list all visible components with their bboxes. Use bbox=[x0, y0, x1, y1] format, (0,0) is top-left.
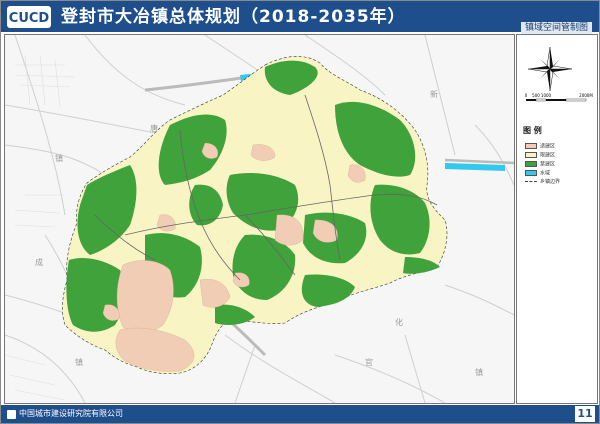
legend-title: 图 例 bbox=[523, 126, 542, 135]
map-label-town-3: 镇 bbox=[75, 357, 83, 367]
north-arrow-and-scale: 0 500 1000 2000M bbox=[525, 46, 593, 102]
map-label-place-3: 官 bbox=[365, 357, 373, 367]
boundary-line-swatch bbox=[525, 181, 537, 182]
legend-item-forbidden: 禁建区 bbox=[525, 161, 597, 169]
scale-label-3: 2000M bbox=[579, 93, 593, 98]
organization-name: 中国城市建设研究院有限公司 bbox=[19, 409, 123, 418]
legend-label: 禁建区 bbox=[540, 161, 556, 168]
map-label-place-1: 成 bbox=[35, 257, 43, 267]
legend-label: 水域 bbox=[540, 170, 551, 177]
legend-item-built: 适建区 bbox=[525, 143, 597, 151]
map-label-town-1: 镇 bbox=[55, 153, 63, 163]
scale-label-2: 1000 bbox=[541, 93, 552, 98]
forbidden-area-swatch bbox=[525, 161, 537, 167]
cucd-logo: CUCD bbox=[7, 6, 51, 28]
map-canvas[interactable]: 镇 镇 镇 成 化 官 唐 新 bbox=[4, 34, 515, 404]
footer-bar: 中国城市建设研究院有限公司 11 bbox=[1, 405, 599, 423]
scale-label-0: 0 bbox=[525, 93, 528, 98]
north-arrow-icon bbox=[527, 46, 573, 92]
legend-item-limited: 限建区 bbox=[525, 152, 597, 160]
map-label-town-2: 镇 bbox=[475, 367, 483, 377]
map-label-place-5: 新 bbox=[430, 89, 438, 99]
page-number: 11 bbox=[575, 406, 595, 422]
legend-label: 乡镇边界 bbox=[540, 179, 561, 185]
legend-label: 限建区 bbox=[540, 152, 556, 159]
legend-item-boundary: 乡镇边界 bbox=[525, 179, 597, 187]
limited-area-swatch bbox=[525, 152, 537, 158]
map-svg: 镇 镇 镇 成 化 官 唐 新 bbox=[5, 35, 514, 403]
scale-bar: 0 500 1000 2000M bbox=[525, 93, 593, 102]
map-label-place-4: 唐 bbox=[150, 123, 158, 133]
logo-text: CUCD bbox=[9, 11, 50, 26]
page-title: 登封市大冶镇总体规划（2018-2035年） bbox=[61, 7, 406, 27]
map-label-place-2: 化 bbox=[395, 317, 403, 327]
scale-label-1: 500 bbox=[532, 93, 540, 98]
water-swatch bbox=[525, 170, 537, 176]
legend-label: 适建区 bbox=[540, 143, 556, 150]
built-area-swatch bbox=[525, 143, 537, 149]
river-east bbox=[445, 163, 505, 171]
legend-item-water: 水域 bbox=[525, 170, 597, 178]
legend-panel: 0 500 1000 2000M 图 例 适建区 限建区 禁建区 水域 乡镇边界 bbox=[516, 34, 598, 404]
header-bar: CUCD 登封市大冶镇总体规划（2018-2035年） bbox=[1, 1, 599, 32]
company-logo-icon bbox=[7, 410, 16, 419]
